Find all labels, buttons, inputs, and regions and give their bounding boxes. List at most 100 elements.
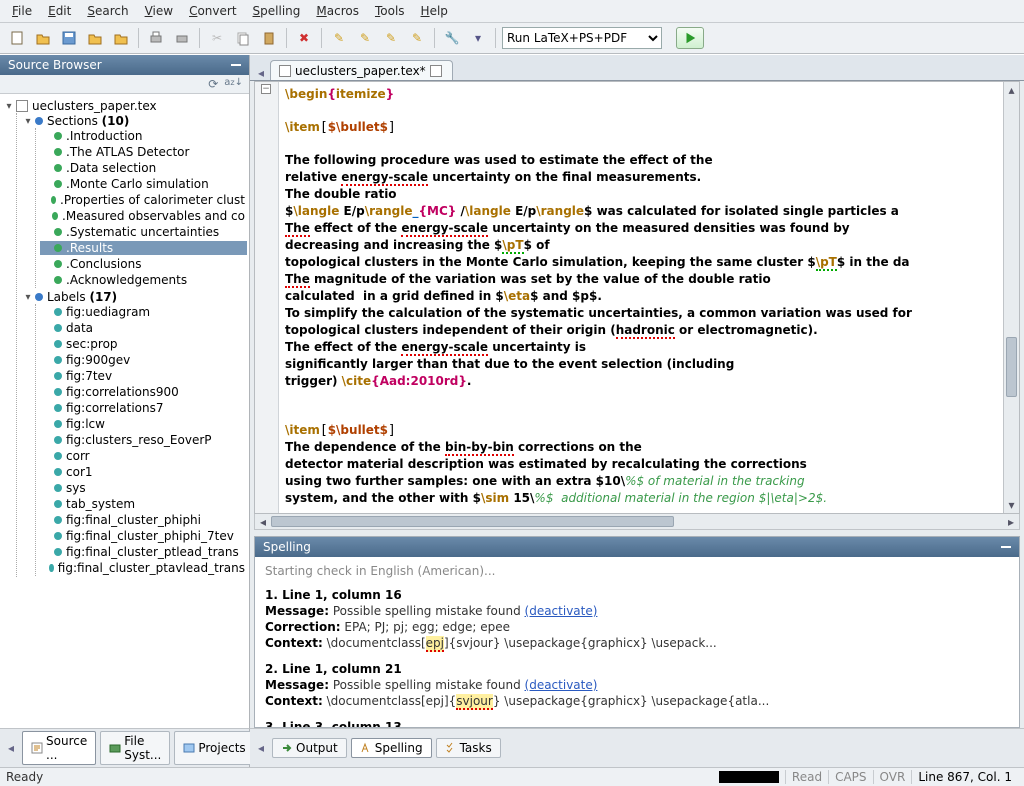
tree-section-item[interactable]: .Conclusions [40,257,247,271]
horizontal-scrollbar[interactable]: ◂ ▸ [254,514,1020,530]
menu-edit[interactable]: Edit [42,2,77,20]
deactivate-link[interactable]: (deactivate) [525,604,598,618]
output-icon [281,742,293,754]
bottom-tab[interactable]: Output [272,738,347,758]
minimize-panel-icon[interactable] [1001,546,1011,548]
menu-convert[interactable]: Convert [183,2,242,20]
scroll-right-icon[interactable]: ▸ [1003,514,1019,529]
tree-label-item[interactable]: fig:correlations900 [40,385,247,399]
print-preview-icon[interactable] [171,27,193,49]
print-icon[interactable] [145,27,167,49]
wand3-icon[interactable]: ✎ [380,27,402,49]
tree-label-item[interactable]: corr [40,449,247,463]
bottom-tab[interactable]: Source ... [22,731,96,765]
vertical-scrollbar[interactable]: ▴ ▾ [1003,82,1019,513]
tree-section-item[interactable]: .Systematic uncertainties [40,225,247,239]
spelling-entry[interactable]: 1. Line 1, column 16Message: Possible sp… [265,587,1009,651]
tree-sections[interactable]: Sections (10) [45,114,129,128]
tree-label-item[interactable]: fig:final_cluster_phiphi_7tev [40,529,247,543]
tab-scroll-left-icon[interactable]: ◂ [254,741,268,755]
tree-section-item[interactable]: .Data selection [40,161,247,175]
minimize-panel-icon[interactable] [231,64,241,66]
open-folder2-icon[interactable] [84,27,106,49]
bottom-tab[interactable]: Tasks [436,738,501,758]
bullet-icon [54,356,62,364]
save-icon[interactable] [58,27,80,49]
menu-search[interactable]: Search [81,2,134,20]
wand4-icon[interactable]: ✎ [406,27,428,49]
tree-label-item[interactable]: fig:lcw [40,417,247,431]
tree-label-item[interactable]: fig:clusters_reso_EoverP [40,433,247,447]
tree-section-item[interactable]: .The ATLAS Detector [40,145,247,159]
tree-section-item[interactable]: .Introduction [40,129,247,143]
tree-section-item[interactable]: .Properties of calorimeter clust [40,193,247,207]
menu-tools[interactable]: Tools [369,2,411,20]
tree-section-item[interactable]: .Acknowledgements [40,273,247,287]
editor-tab[interactable]: ueclusters_paper.tex* [270,60,453,80]
tree-label-item[interactable]: fig:7tev [40,369,247,383]
tree-label-item[interactable]: fig:correlations7 [40,401,247,415]
bullet-icon [54,260,62,268]
tab-scroll-left-icon[interactable]: ◂ [4,741,18,755]
delete-icon[interactable]: ✖ [293,27,315,49]
spelling-entry[interactable]: 2. Line 1, column 21Message: Possible sp… [265,661,1009,709]
tree-label-item[interactable]: fig:uediagram [40,305,247,319]
spelling-entry[interactable]: 3. Line 3, column 13 [265,719,1009,727]
tree-section-item[interactable]: .Monte Carlo simulation [40,177,247,191]
new-file-icon[interactable] [6,27,28,49]
run-button[interactable] [676,27,704,49]
scroll-up-icon[interactable]: ▴ [1004,82,1019,98]
bottom-tab[interactable]: File Syst... [100,731,170,765]
code-editor[interactable]: \begin{itemize} \item[$\bullet$] The fol… [279,82,1003,513]
wand1-icon[interactable]: ✎ [328,27,350,49]
bottom-tab[interactable]: Projects [174,731,254,765]
wand2-icon[interactable]: ✎ [354,27,376,49]
bullet-icon [54,164,62,172]
tree-label-item[interactable]: tab_system [40,497,247,511]
tree-label-item[interactable]: fig:final_cluster_ptavlead_trans [40,561,247,575]
tree-toggle-icon[interactable]: ▾ [4,101,14,112]
menu-view[interactable]: View [139,2,179,20]
spelling-location: 1. Line 1, column 16 [265,587,1009,603]
scroll-down-icon[interactable]: ▾ [1004,497,1019,513]
cut-icon[interactable]: ✂ [206,27,228,49]
document-tree[interactable]: ▾ ueclusters_paper.tex ▾ Sections (10) .In… [0,94,249,728]
tab-scroll-left-icon[interactable]: ◂ [254,66,268,80]
tree-label-item[interactable]: sys [40,481,247,495]
tree-toggle-icon[interactable]: ▾ [23,116,33,127]
spelling-body[interactable]: Starting check in English (American)... … [255,557,1019,727]
deactivate-link[interactable]: (deactivate) [525,678,598,692]
editor-gutter[interactable]: − [255,82,279,513]
menu-help[interactable]: Help [415,2,454,20]
scroll-thumb[interactable] [271,516,674,527]
status-ready: Ready [6,770,43,784]
fold-icon[interactable]: − [261,84,271,94]
tree-label-item[interactable]: fig:final_cluster_ptlead_trans [40,545,247,559]
copy-icon[interactable] [232,27,254,49]
tree-root-file[interactable]: ueclusters_paper.tex [30,99,157,113]
tree-section-item[interactable]: .Results [40,241,247,255]
bottom-tab[interactable]: Spelling [351,738,432,758]
open-folder-icon[interactable] [32,27,54,49]
tree-labels[interactable]: Labels (17) [45,290,117,304]
tree-label-item[interactable]: fig:900gev [40,353,247,367]
scroll-left-icon[interactable]: ◂ [255,514,271,529]
tree-label-item[interactable]: fig:final_cluster_phiphi [40,513,247,527]
wrench-icon[interactable]: 🔧 [441,27,463,49]
open-folder3-icon[interactable] [110,27,132,49]
dropdown-arrow-icon[interactable]: ▾ [467,27,489,49]
tree-label-item[interactable]: cor1 [40,465,247,479]
refresh-icon[interactable]: ⟳ [208,77,218,91]
tree-toggle-icon[interactable]: ▾ [23,292,33,303]
menu-file[interactable]: File [6,2,38,20]
menu-spelling[interactable]: Spelling [247,2,307,20]
paste-icon[interactable] [258,27,280,49]
menu-macros[interactable]: Macros [310,2,365,20]
sort-icon[interactable]: az↓ [224,77,243,91]
tree-label-item[interactable]: data [40,321,247,335]
tree-section-item[interactable]: .Measured observables and co [40,209,247,223]
tree-label-item[interactable]: sec:prop [40,337,247,351]
file-icon [16,100,28,112]
build-select[interactable]: Run LaTeX+PS+PDF [502,27,662,49]
scroll-thumb[interactable] [1006,337,1017,397]
